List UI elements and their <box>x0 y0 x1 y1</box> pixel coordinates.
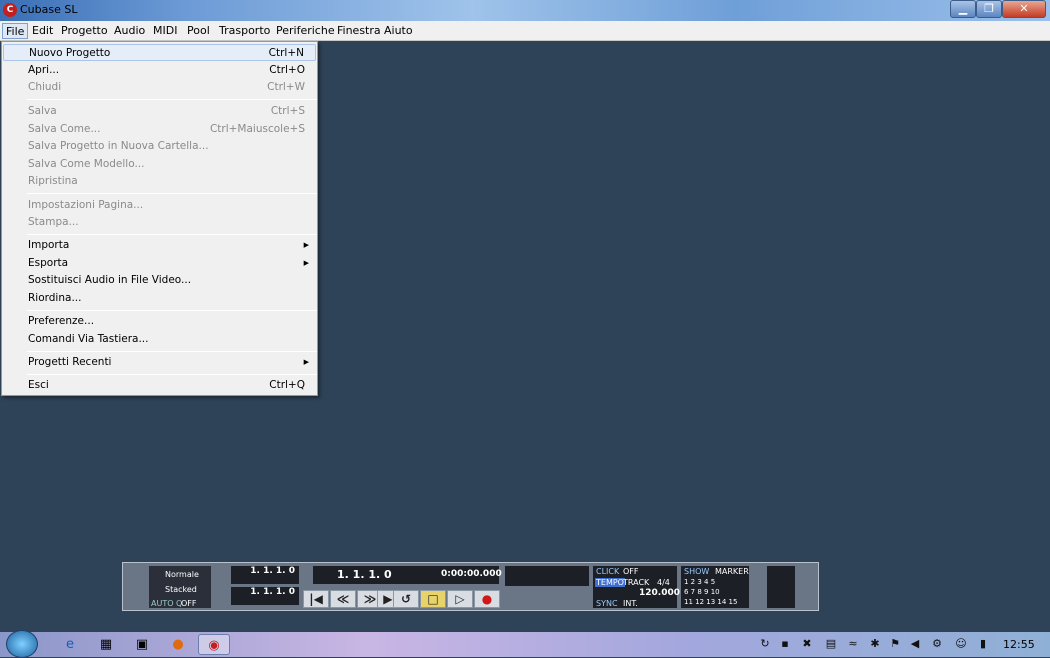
rewind-button[interactable]: ≪ <box>330 590 356 608</box>
menu-separator <box>27 193 317 194</box>
media-player-icon[interactable]: ▣ <box>126 634 158 655</box>
usb-tray-icon[interactable]: ≈ <box>846 637 860 651</box>
menu-bar: File Edit Progetto Audio MIDI Pool Trasp… <box>0 21 1050 41</box>
auto-quantize-value: OFF <box>181 599 197 608</box>
stop-button[interactable]: □ <box>420 590 446 608</box>
cubase-taskbar-icon[interactable]: ◉ <box>198 634 230 655</box>
marker-display[interactable] <box>505 566 589 586</box>
transport-panel: Normale Stacked AUTO Q OFF 1. 1. 1. 0 1.… <box>122 562 819 611</box>
settings-tray-icon[interactable]: ⚙ <box>930 637 944 651</box>
menu-periferiche[interactable]: Periferiche <box>273 23 338 39</box>
firefox-icon[interactable]: ● <box>162 634 194 655</box>
submenu-arrow-icon: ▶ <box>303 259 309 267</box>
taskbar: e ▦ ▣ ● ◉ ↻ ▪ ✖ ▤ ≈ ✱ ⚑ ◀ ⚙ ☺ ▮ 12:55 <box>0 630 1050 658</box>
marker-numbers[interactable]: 1 2 3 4 5 6 7 8 9 10 11 12 13 14 15 <box>684 577 737 607</box>
mode-panel: Normale Stacked AUTO Q OFF <box>149 566 211 608</box>
window-title: Cubase SL <box>20 3 78 16</box>
menu-midi[interactable]: MIDI <box>150 23 180 39</box>
menu-item-salva[interactable]: Salva Ctrl+S <box>3 103 316 120</box>
record-button[interactable]: ● <box>474 590 500 608</box>
start-button[interactable] <box>6 630 38 658</box>
left-locator[interactable]: 1. 1. 1. 0 <box>231 566 299 584</box>
folder-icon[interactable]: ▦ <box>90 634 122 655</box>
sync-value: INT. <box>623 599 638 608</box>
menu-item-nuovo-progetto[interactable]: Nuovo Progetto Ctrl+N <box>3 44 316 61</box>
click-label[interactable]: CLICK <box>596 567 619 576</box>
menu-item-comandi-tastiera[interactable]: Comandi Via Tastiera... <box>3 331 316 348</box>
menu-trasporto[interactable]: Trasporto <box>216 23 273 39</box>
cycle-button[interactable]: ↺ <box>393 590 419 608</box>
menu-item-esci[interactable]: Esci Ctrl+Q <box>3 377 316 394</box>
menu-item-riordina[interactable]: Riordina... <box>3 290 316 307</box>
menu-item-ripristina[interactable]: Ripristina <box>3 173 316 190</box>
track-label: TRACK <box>623 578 650 587</box>
time-signature: 4/4 <box>657 578 670 587</box>
tempo-label[interactable]: TEMPO <box>595 578 625 587</box>
auto-quantize[interactable]: AUTO Q <box>151 599 182 608</box>
bars-position: 1. 1. 1. 0 <box>337 568 392 581</box>
menu-separator <box>27 99 317 100</box>
go-to-start-button[interactable]: |◀ <box>303 590 329 608</box>
cycle-mode[interactable]: Stacked <box>165 585 197 594</box>
menu-item-stampa[interactable]: Stampa... <box>3 214 316 231</box>
menu-item-progetti-recenti[interactable]: Progetti Recenti ▶ <box>3 354 316 371</box>
menu-separator <box>27 234 317 235</box>
minimize-button[interactable]: ▁ <box>950 0 976 18</box>
app-tray-icon[interactable]: ▪ <box>778 637 792 651</box>
tempo-value: 120.000 <box>639 588 680 598</box>
menu-item-salva-come[interactable]: Salva Come... Ctrl+Maiuscole+S <box>3 121 316 138</box>
menu-item-sostituisci-audio[interactable]: Sostituisci Audio in File Video... <box>3 272 316 289</box>
sync-tray-icon[interactable]: ↻ <box>758 637 772 651</box>
level-meter <box>767 566 795 608</box>
menu-edit[interactable]: Edit <box>29 23 56 39</box>
position-display[interactable]: 1. 1. 1. 0 0:00:00.000 <box>313 566 502 584</box>
menu-file[interactable]: File <box>2 23 29 39</box>
title-bar: C Cubase SL ▁ ❐ ✕ <box>0 0 1050 21</box>
play-button[interactable]: ▷ <box>447 590 473 608</box>
menu-item-impostazioni-pagina[interactable]: Impostazioni Pagina... <box>3 197 316 214</box>
menu-item-preferenze[interactable]: Preferenze... <box>3 313 316 330</box>
menu-item-salva-come-modello[interactable]: Salva Come Modello... <box>3 156 316 173</box>
markers-panel: SHOW MARKER 1 2 3 4 5 6 7 8 9 10 11 12 1… <box>681 566 749 608</box>
menu-aiuto[interactable]: Aiuto <box>381 23 416 39</box>
show-label[interactable]: SHOW <box>684 567 709 576</box>
menu-item-esporta[interactable]: Esporta ▶ <box>3 255 316 272</box>
marker-label: MARKER <box>715 567 749 576</box>
click-value: OFF <box>623 567 639 576</box>
signal-tray-icon[interactable]: ▮ <box>976 637 990 651</box>
menu-separator <box>27 374 317 375</box>
menu-pool[interactable]: Pool <box>184 23 213 39</box>
menu-audio[interactable]: Audio <box>111 23 148 39</box>
cubase-logo-icon[interactable]: C <box>3 3 17 17</box>
close-button[interactable]: ✕ <box>1002 0 1046 18</box>
file-menu-dropdown: Nuovo Progetto Ctrl+N Apri... Ctrl+O Chiud… <box>1 41 318 396</box>
internet-explorer-icon[interactable]: e <box>54 634 86 655</box>
record-mode[interactable]: Normale <box>165 570 199 579</box>
right-locator[interactable]: 1. 1. 1. 0 <box>231 587 299 605</box>
menu-item-chiudi[interactable]: Chiudi Ctrl+W <box>3 79 316 96</box>
bluetooth-tray-icon[interactable]: ✱ <box>868 637 882 651</box>
volume-tray-icon[interactable]: ◀ <box>908 637 922 651</box>
menu-separator <box>27 351 317 352</box>
time-position: 0:00:00.000 <box>441 569 502 579</box>
menu-separator <box>27 310 317 311</box>
menu-progetto[interactable]: Progetto <box>58 23 111 39</box>
sync-label[interactable]: SYNC <box>596 599 618 608</box>
submenu-arrow-icon: ▶ <box>303 358 309 366</box>
clock[interactable]: 12:55 <box>1003 638 1035 651</box>
menu-item-importa[interactable]: Importa ▶ <box>3 237 316 254</box>
alert-tray-icon[interactable]: ✖ <box>800 637 814 651</box>
menu-item-apri[interactable]: Apri... Ctrl+O <box>3 62 316 79</box>
network-tray-icon[interactable]: ▤ <box>824 637 838 651</box>
user-tray-icon[interactable]: ☺ <box>954 637 968 651</box>
maximize-button[interactable]: ❐ <box>976 0 1002 18</box>
menu-item-salva-progetto-cartella[interactable]: Salva Progetto in Nuova Cartella... <box>3 138 316 155</box>
submenu-arrow-icon: ▶ <box>303 241 309 249</box>
click-tempo-panel: CLICK OFF TEMPO TRACK 4/4 120.000 SYNC I… <box>593 566 680 608</box>
flag-tray-icon[interactable]: ⚑ <box>888 637 902 651</box>
menu-finestra[interactable]: Finestra <box>334 23 384 39</box>
